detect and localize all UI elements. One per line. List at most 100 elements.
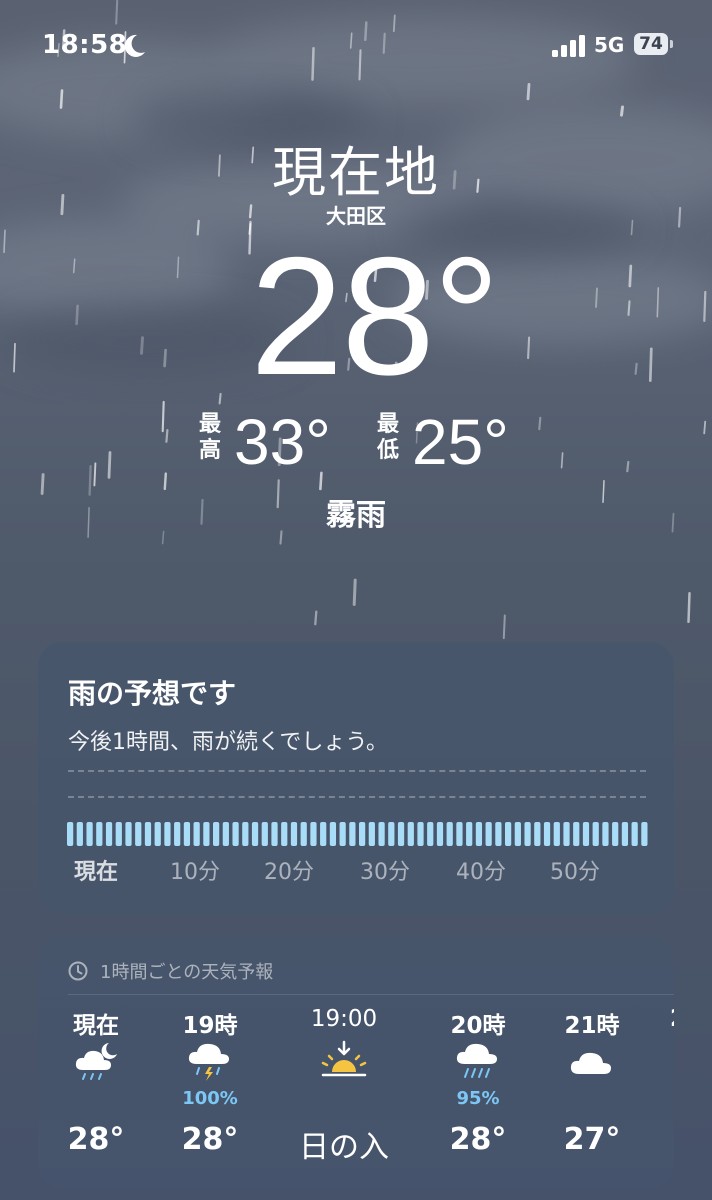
signal-bars-icon: [552, 35, 585, 57]
rain-streak: [560, 452, 564, 469]
precipitation-bar: [213, 822, 220, 846]
low-temperature: 25°: [412, 406, 509, 478]
battery-tip: [670, 40, 673, 48]
hourly-item[interactable]: 20時 95% 28°: [428, 1006, 528, 1176]
hour-temperature: 27°: [563, 1122, 621, 1157]
precipitation-bar: [339, 822, 346, 846]
precipitation-bar: [125, 822, 132, 846]
rain-streak: [352, 578, 357, 606]
rain-streak: [72, 258, 76, 274]
precipitation-bar: [251, 822, 259, 846]
rain-streak: [656, 287, 660, 318]
hourly-item[interactable]: 19:00 日の入: [294, 1006, 394, 1176]
rain-streak: [627, 300, 631, 316]
precipitation-bar: [232, 822, 239, 846]
precipitation-bar: [524, 822, 531, 846]
rain-streak: [218, 392, 222, 405]
precipitation-bar: [573, 822, 580, 846]
hourly-header: 1時間ごとの天気予報: [68, 958, 273, 984]
rain-streak: [75, 304, 79, 326]
precipitation-bar: [203, 822, 210, 846]
rain-streak: [703, 290, 707, 322]
precipitation-bar: [621, 822, 629, 846]
high-label: 最高: [198, 412, 221, 463]
precipitation-bar: [485, 822, 492, 846]
hour-temperature: 28°: [181, 1122, 239, 1157]
hourly-item[interactable]: 19時 100% 28°: [160, 1006, 260, 1176]
rain-streak: [13, 342, 16, 373]
hour-temperature: 28°: [449, 1122, 507, 1157]
hour-label: 20時: [450, 1013, 506, 1039]
hourly-next-partial: 2: [670, 1006, 674, 1032]
precipitation-bar: [193, 822, 200, 846]
rain-streak: [59, 89, 64, 109]
precipitation-bar: [602, 822, 609, 846]
rain-streak: [527, 336, 531, 360]
rain-streak: [634, 362, 638, 375]
rain-streak: [107, 451, 112, 479]
rain-streak: [140, 336, 144, 355]
precipitation-bar: [320, 822, 327, 846]
rain-streak: [502, 614, 506, 640]
axis-label: 20分: [264, 860, 314, 885]
precipitation-card[interactable]: 雨の予想です 今後1時間、雨が続くでしょう。 現在 10分 20分 30分 40…: [38, 642, 674, 914]
rain-streak: [176, 256, 180, 279]
clock-icon: [68, 961, 88, 981]
rain-streak: [161, 400, 165, 433]
hourly-forecast-card[interactable]: 1時間ごとの天気予報 現在 28° 19時 100% 28° 19:00 日の入…: [38, 936, 674, 1188]
precipitation-bar: [407, 822, 414, 846]
high-temperature: 33°: [234, 406, 331, 478]
battery-level: 74: [634, 33, 668, 55]
cloud-icon: [570, 1052, 611, 1074]
axis-label: 10分: [170, 860, 220, 885]
precipitation-bar: [174, 822, 181, 846]
hourly-header-text: 1時間ごとの天気予報: [100, 962, 274, 983]
precipitation-bar: [349, 822, 356, 846]
precipitation-bar: [397, 822, 405, 846]
battery-icon: 74: [634, 33, 674, 57]
hour-label: 19時: [182, 1013, 238, 1039]
hour-label: 19:00: [310, 1006, 378, 1032]
precipitation-bar: [475, 822, 483, 846]
precipitation-bar: [144, 822, 152, 846]
precipitation-bar: [86, 822, 93, 846]
precipitation-bar: [135, 822, 142, 846]
sunset-label: 日の入: [299, 1130, 389, 1165]
hourly-item[interactable]: 現在 28°: [46, 1006, 146, 1176]
precipitation-bar: [563, 822, 570, 846]
weather-condition: 霧雨: [326, 498, 386, 533]
precipitation-bar: [612, 822, 619, 846]
precipitation-bar: [271, 822, 278, 846]
precipitation-bar: [96, 822, 103, 846]
axis-label: 50分: [550, 860, 600, 885]
precipitation-bar: [164, 822, 171, 846]
hour-label: 現在: [73, 1013, 119, 1039]
precipitation-bar: [466, 822, 473, 846]
precipitation-bar: [300, 822, 307, 846]
precipitation-bar: [446, 822, 453, 846]
precipitation-bar: [543, 822, 551, 846]
precipitation-bar: [592, 822, 599, 846]
precip-probability: 95%: [456, 1088, 500, 1109]
precipitation-bar: [534, 822, 541, 846]
cloud-moon-rain-icon: [75, 1043, 117, 1080]
low-label: 最低: [376, 412, 399, 463]
moon-icon: [124, 34, 145, 57]
precipitation-bar: [76, 822, 83, 846]
precipitation-bar: [456, 822, 463, 846]
rain-streak: [595, 287, 598, 308]
hourly-item[interactable]: 21時 27°: [542, 1006, 642, 1176]
high-low: 最高 33° 最低 25°: [196, 410, 526, 474]
precipitation-bar: [417, 822, 424, 846]
precipitation-bar: [505, 822, 512, 846]
sunset-icon: [321, 1040, 367, 1077]
precipitation-bars: [67, 822, 648, 846]
precipitation-bar: [115, 822, 122, 846]
precipitation-title: 雨の予想です: [68, 677, 237, 710]
axis-label: 30分: [360, 860, 410, 885]
precipitation-bar: [329, 822, 337, 846]
rain-streak: [538, 416, 542, 431]
status-time: 18:58: [42, 30, 128, 60]
rain-streak: [93, 462, 97, 487]
hour-temperature: 28°: [67, 1122, 125, 1157]
